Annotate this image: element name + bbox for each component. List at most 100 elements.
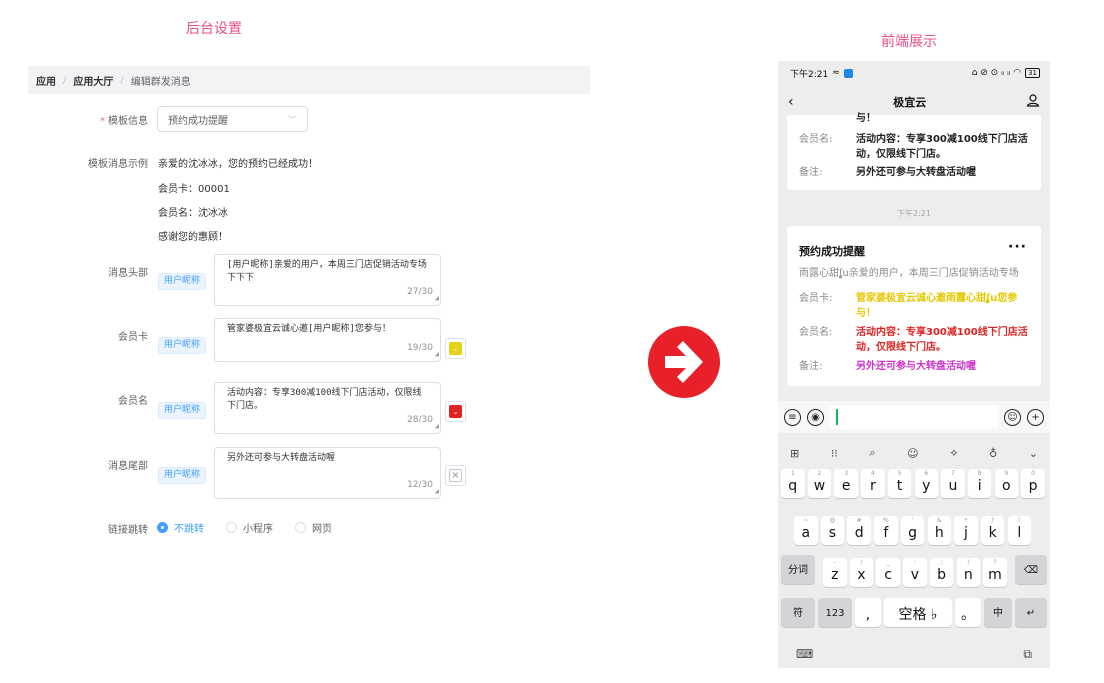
key-e[interactable]: 3e (834, 469, 858, 498)
card-row: 备注: 另外还可参与大转盘活动喔 (799, 361, 976, 372)
key-k[interactable]: ? k (980, 516, 1005, 545)
key-g[interactable]: ' g (900, 516, 925, 545)
cursor-icon[interactable]: ⟡ (950, 446, 957, 460)
grid-icon[interactable]: ⊞ (790, 447, 799, 460)
key-l[interactable]: (l (1007, 516, 1032, 545)
key-v[interactable]: :v (903, 558, 927, 587)
resize-handle-icon[interactable]: ◢ (435, 420, 439, 433)
key-q[interactable]: 1q (781, 469, 805, 498)
key-p[interactable]: 0p (1021, 469, 1045, 498)
key-symbols[interactable]: 符 (781, 598, 815, 627)
key-s[interactable]: @ s (820, 516, 845, 545)
keyboard-nav: ⌨ ⧉ (778, 647, 1050, 662)
radio-dot[interactable] (226, 522, 237, 533)
back-arrow-icon[interactable]: ‹ (788, 94, 794, 110)
key-backspace[interactable]: ⌫ (1015, 555, 1047, 584)
backend-title: 后台设置 (186, 21, 242, 37)
breadcrumb-item-app[interactable]: 应用 (36, 73, 56, 88)
keyboard-layout-icon[interactable]: ⁝⁝ (831, 447, 838, 460)
footer-field-label: 消息尾部 (108, 461, 148, 472)
chevron-down-icon: ﹀ (287, 115, 297, 126)
key-b[interactable]: ; b (929, 558, 954, 587)
breadcrumb-item-app-hall[interactable]: 应用大厅 (73, 73, 113, 88)
insert-nickname-tag[interactable]: 用户昵称 (158, 337, 207, 354)
resize-handle-icon[interactable]: ◢ (435, 485, 439, 498)
template-select[interactable]: 预约成功提醒 ﹀ (157, 106, 308, 132)
example-line: 感谢您的惠顾！ (158, 232, 228, 243)
search-icon[interactable]: ⌕ (869, 446, 875, 460)
user-profile-icon[interactable] (1026, 93, 1040, 111)
key-w[interactable]: 2w (807, 469, 832, 498)
key-label: e (841, 478, 851, 494)
footer-textarea[interactable]: 另外还可参与大转盘活动喔 12/30 ◢ (214, 447, 441, 499)
keyboard-icon[interactable]: ⌨ (796, 647, 813, 662)
key-space[interactable]: 空格 ♭ (884, 598, 952, 627)
key-n[interactable]: ! n (956, 558, 980, 587)
resize-handle-icon[interactable]: ◢ (435, 348, 439, 361)
key-period[interactable]: 。 (955, 598, 981, 627)
card-row: 备注: 另外还可参与大转盘活动喔 (799, 167, 976, 178)
key-a[interactable]: ~ a (794, 516, 818, 545)
key-d[interactable]: # d (847, 516, 871, 545)
member-name-textarea[interactable]: 活动内容：专享300减100线下门店活动，仅限线下门店。 28/30 ◢ (214, 382, 441, 434)
color-swatch: ⌄ (449, 405, 462, 418)
key-r[interactable]: 4r (861, 469, 885, 498)
key-u[interactable]: 7u (941, 469, 965, 498)
key-m[interactable]: ? m (983, 558, 1007, 587)
key-label: m (988, 567, 1002, 583)
plus-icon[interactable]: + (1027, 408, 1044, 426)
key-comma[interactable]: , (855, 598, 881, 627)
card-title: 预约成功提醒 (799, 245, 865, 258)
message-input[interactable] (830, 405, 998, 429)
mic-icon[interactable]: ♁ (989, 447, 997, 460)
resize-handle-icon[interactable]: ◢ (435, 292, 439, 305)
clipboard-icon[interactable]: ⧉ (1023, 647, 1032, 662)
key-language[interactable]: 中 (984, 598, 1012, 627)
key-t[interactable]: 5t (887, 469, 912, 498)
chevron-down-icon[interactable]: ⌄ (1029, 447, 1038, 460)
radio-mini-program[interactable]: 小程序 (226, 520, 273, 535)
menu-list-icon[interactable]: ≡ (784, 408, 801, 426)
emoji-icon[interactable]: ☺ (1004, 408, 1021, 426)
breadcrumb-separator: / (63, 74, 67, 86)
member-card-color-picker[interactable]: ⌄ (445, 338, 466, 359)
member-name-color-picker[interactable]: ⌄ (445, 401, 466, 422)
breadcrumb: 应用 / 应用大厅 / 编辑群发消息 (28, 66, 590, 94)
key-hint: 6 (924, 470, 929, 477)
radio-dot[interactable] (157, 522, 168, 533)
key-label: i (977, 478, 982, 494)
radio-dot[interactable] (295, 522, 306, 533)
key-enter[interactable]: ↵ (1015, 598, 1047, 627)
key-label: t (896, 478, 903, 494)
footer-color-picker[interactable]: × (445, 465, 466, 486)
insert-nickname-tag[interactable]: 用户昵称 (158, 402, 207, 419)
key-label: 分词 (788, 565, 808, 576)
radio-web-page[interactable]: 网页 (295, 520, 332, 535)
voice-icon[interactable]: ◉ (807, 408, 824, 426)
member-card-textarea[interactable]: 管家婆极宜云诚心邀[用户昵称]您参与！ 19/30 ◢ (214, 318, 441, 362)
key-label: w (813, 478, 826, 494)
key-numbers[interactable]: 123 (818, 598, 852, 627)
key-y[interactable]: 6y (914, 469, 938, 498)
key-x[interactable]: / x (849, 558, 874, 587)
radio-no-jump[interactable]: 不跳转 (157, 520, 204, 535)
key-i[interactable]: 8i (967, 469, 992, 498)
header-textarea-text: [用户昵称]亲爱的用户，本周三门店促销活动专场 下下下 (227, 260, 427, 283)
key-f[interactable]: % f (874, 516, 898, 545)
key-label: d (854, 525, 864, 541)
key-o[interactable]: 9o (994, 469, 1019, 498)
more-icon[interactable]: ··· (1008, 239, 1027, 255)
key-hint: ! (967, 559, 970, 566)
key-j[interactable]: * j (954, 516, 978, 545)
header-textarea[interactable]: [用户昵称]亲爱的用户，本周三门店促销活动专场 下下下 27/30 ◢ (214, 254, 441, 306)
emoji-icon[interactable]: ☺ (907, 447, 918, 460)
insert-nickname-tag[interactable]: 用户昵称 (158, 467, 207, 484)
key-c[interactable]: _ c (876, 558, 900, 587)
key-segment[interactable]: 分词 (781, 555, 815, 584)
status-bar: 下午2:21 ≈ ⌂ ⊘ ⊙ ᵢᵢ ᵢᵢ ◠ 31 (778, 61, 1050, 85)
key-h[interactable]: & h (927, 516, 951, 545)
insert-nickname-tag[interactable]: 用户昵称 (158, 273, 207, 290)
template-message-card[interactable]: 预约成功提醒 ··· 雨露心甜ʃ̡̢u亲爱的用户，本周三门店促销活动专场 会员卡… (787, 226, 1041, 386)
key-z[interactable]: -z (823, 558, 847, 587)
key-hint: _ (886, 559, 890, 566)
